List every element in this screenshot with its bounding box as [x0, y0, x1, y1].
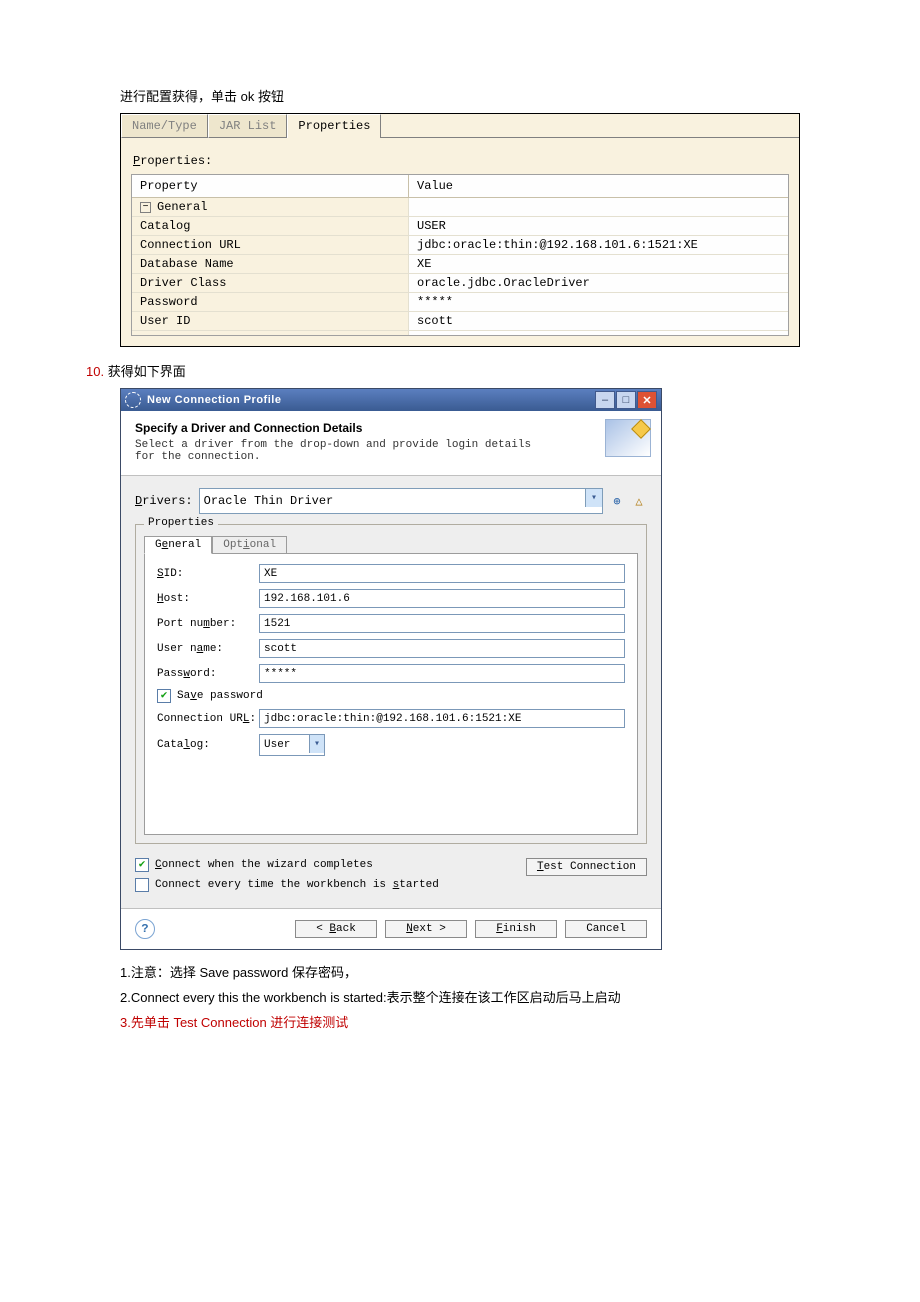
minimize-button[interactable]: – [595, 391, 615, 409]
cancel-button[interactable]: Cancel [565, 920, 647, 938]
sid-input[interactable] [259, 564, 625, 583]
username-label: User name: [157, 643, 259, 655]
table-row[interactable]: User IDscott [132, 312, 788, 331]
note-2: 2.Connect every this the workbench is st… [120, 987, 800, 1006]
password-label: Password: [157, 668, 259, 680]
drivers-label: Drivers: [135, 494, 193, 508]
note-3: 3.先单击 Test Connection 进行连接测试 [120, 1012, 800, 1031]
titlebar: New Connection Profile – □ ✕ [121, 389, 661, 411]
col-header-property[interactable]: Property [132, 175, 409, 197]
table-row[interactable]: CatalogUSER [132, 217, 788, 236]
password-input[interactable] [259, 664, 625, 683]
clear-driver-icon[interactable]: △ [631, 493, 647, 509]
maximize-button[interactable]: □ [616, 391, 636, 409]
window-title: New Connection Profile [147, 394, 595, 406]
group-general[interactable]: −General [132, 198, 788, 217]
table-row[interactable]: Connection URLjdbc:oracle:thin:@192.168.… [132, 236, 788, 255]
test-connection-button[interactable]: Test Connection [526, 858, 647, 876]
connect-on-startup-checkbox[interactable]: ✔ [135, 878, 149, 892]
conn-url-input[interactable] [259, 709, 625, 728]
tab-general[interactable]: General [144, 536, 212, 554]
banner-heading: Specify a Driver and Connection Details [135, 421, 647, 435]
help-icon[interactable]: ? [135, 919, 155, 939]
next-button[interactable]: Next > [385, 920, 467, 938]
table-row[interactable]: Password***** [132, 293, 788, 312]
conn-url-label: Connection URL: [157, 713, 259, 725]
tab-page-general: SID: Host: Port number: User name: [144, 553, 638, 835]
connect-on-startup-label: Connect every time the workbench is star… [155, 879, 439, 891]
new-connection-profile-dialog: New Connection Profile – □ ✕ Specify a D… [120, 388, 662, 950]
host-label: Host: [157, 593, 259, 605]
catalog-select[interactable]: User ▾ [259, 734, 325, 756]
save-password-label: Save password [177, 690, 263, 702]
tab-name-type[interactable]: Name/Type [121, 114, 208, 138]
properties-label: Properties: [131, 144, 789, 174]
properties-panel: Name/Type JAR List Properties Properties… [120, 113, 800, 347]
host-input[interactable] [259, 589, 625, 608]
tab-properties[interactable]: Properties [287, 114, 381, 138]
col-header-value[interactable]: Value [409, 175, 788, 197]
properties-fieldset: Properties General Optional SID: Host: [135, 524, 647, 844]
port-label: Port number: [157, 618, 259, 630]
connect-when-complete-label: Connect when the wizard completes [155, 859, 373, 871]
chevron-down-icon: ▾ [585, 489, 602, 507]
sid-label: SID: [157, 568, 259, 580]
port-input[interactable] [259, 614, 625, 633]
finish-button[interactable]: Finish [475, 920, 557, 938]
chevron-down-icon: ▾ [309, 735, 324, 753]
catalog-label: Catalog: [157, 739, 259, 751]
banner-icon [605, 419, 651, 457]
new-driver-icon[interactable]: ⊕ [609, 493, 625, 509]
fieldset-legend: Properties [144, 517, 218, 529]
banner-subtext: Select a driver from the drop-down and p… [135, 439, 555, 463]
tab-optional[interactable]: Optional [212, 536, 287, 554]
back-button[interactable]: < Back [295, 920, 377, 938]
tab-jar-list[interactable]: JAR List [208, 114, 288, 138]
close-button[interactable]: ✕ [637, 391, 657, 409]
table-row[interactable]: Driver Classoracle.jdbc.OracleDriver [132, 274, 788, 293]
table-row[interactable]: Database NameXE [132, 255, 788, 274]
drivers-select[interactable]: Oracle Thin Driver ▾ [199, 488, 603, 514]
connect-when-complete-checkbox[interactable]: ✔ [135, 858, 149, 872]
intro-text: 进行配置获得，单击 ok 按钮 [120, 86, 800, 105]
panel1-tabstrip: Name/Type JAR List Properties [121, 114, 799, 138]
properties-table: Property Value −General CatalogUSER Conn… [131, 174, 789, 336]
collapse-icon[interactable]: − [140, 202, 151, 213]
note-1: 1.注意：选择 Save password 保存密码， [120, 962, 800, 981]
username-input[interactable] [259, 639, 625, 658]
table-row[interactable] [132, 331, 788, 335]
step-10: 10. 获得如下界面 [86, 361, 800, 380]
save-password-checkbox[interactable]: ✔ [157, 689, 171, 703]
window-icon [125, 392, 141, 408]
banner: Specify a Driver and Connection Details … [121, 411, 661, 476]
